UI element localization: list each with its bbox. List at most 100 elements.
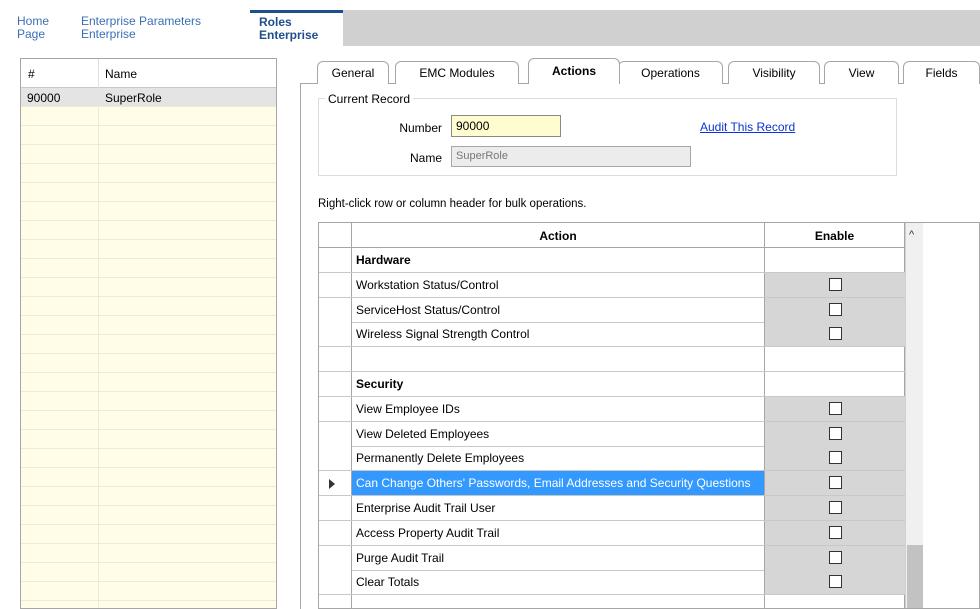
list-empty-row[interactable]	[21, 183, 276, 202]
scroll-up-icon[interactable]: ^	[909, 229, 914, 241]
tab-view[interactable]: View	[824, 61, 899, 84]
row-header[interactable]	[319, 347, 352, 372]
tab-fields[interactable]: Fields	[903, 61, 980, 84]
enable-checkbox[interactable]	[829, 451, 842, 465]
list-empty-row[interactable]	[21, 221, 276, 240]
current-record-legend: Current Record	[325, 92, 414, 106]
table-row[interactable]: Enterprise Audit Trail User	[319, 496, 905, 521]
row-header[interactable]	[319, 248, 352, 272]
list-empty-row[interactable]	[21, 259, 276, 278]
row-header[interactable]	[319, 570, 352, 595]
table-row[interactable]: Access Property Audit Trail	[319, 520, 905, 546]
table-row[interactable]: Can Change Others' Passwords, Email Addr…	[319, 471, 905, 497]
grid-empty-row[interactable]	[319, 347, 905, 373]
list-empty-row[interactable]	[21, 430, 276, 449]
list-empty-row[interactable]	[21, 373, 276, 392]
enable-checkbox[interactable]	[829, 426, 842, 440]
scrollbar-thumb[interactable]	[907, 545, 923, 608]
grid-section-row[interactable]: Hardware	[319, 248, 905, 273]
table-row[interactable]: Purge Audit Trail	[319, 545, 905, 571]
row-header[interactable]	[319, 496, 352, 520]
enable-cell	[765, 545, 905, 570]
tab-actions[interactable]: Actions	[528, 58, 620, 84]
enable-checkbox[interactable]	[829, 327, 842, 341]
action-name	[352, 347, 765, 372]
row-header[interactable]	[319, 272, 352, 297]
list-empty-row[interactable]	[21, 107, 276, 126]
list-empty-row[interactable]	[21, 487, 276, 506]
table-row[interactable]: View Deleted Employees	[319, 421, 905, 447]
action-name	[352, 595, 765, 608]
tab-label: Visibility	[752, 66, 796, 80]
action-name: Workstation Status/Control	[352, 272, 765, 297]
list-empty-row[interactable]	[21, 316, 276, 335]
list-empty-row[interactable]	[21, 563, 276, 582]
list-empty-row[interactable]	[21, 297, 276, 316]
enable-cell	[765, 396, 905, 421]
enable-checkbox[interactable]	[829, 401, 842, 415]
list-empty-row[interactable]	[21, 582, 276, 601]
table-row[interactable]: Permanently Delete Employees	[319, 446, 905, 472]
row-header[interactable]	[319, 396, 352, 421]
row-header[interactable]	[319, 595, 352, 608]
column-header-enable[interactable]: Enable	[765, 223, 905, 248]
column-header-number[interactable]: #	[28, 67, 35, 81]
action-name: View Deleted Employees	[352, 421, 765, 446]
table-row[interactable]: Wireless Signal Strength Control	[319, 322, 905, 348]
row-header-corner[interactable]	[319, 223, 352, 248]
enable-checkbox[interactable]	[829, 302, 842, 316]
audit-this-record-link[interactable]: Audit This Record	[700, 120, 795, 134]
enable-checkbox[interactable]	[829, 550, 842, 564]
column-header-action[interactable]: Action	[352, 223, 765, 248]
tab-emc-modules[interactable]: EMC Modules	[395, 61, 519, 84]
enable-cell	[765, 421, 905, 446]
row-header[interactable]	[319, 471, 352, 496]
enable-checkbox[interactable]	[829, 501, 842, 514]
nav-tab-home-page[interactable]: Home Page	[17, 10, 72, 46]
table-row[interactable]: Clear Totals	[319, 570, 905, 596]
list-empty-row[interactable]	[21, 506, 276, 525]
list-empty-row[interactable]	[21, 544, 276, 563]
enable-checkbox[interactable]	[829, 575, 842, 589]
list-empty-row[interactable]	[21, 202, 276, 221]
nav-tab-enterprise-parameters[interactable]: Enterprise Parameters Enterprise	[81, 10, 241, 46]
list-empty-row[interactable]	[21, 335, 276, 354]
enable-cell	[765, 372, 905, 396]
list-empty-row[interactable]	[21, 449, 276, 468]
list-empty-row[interactable]	[21, 126, 276, 145]
grid-section-row[interactable]: Security	[319, 372, 905, 397]
list-empty-row[interactable]	[21, 240, 276, 259]
list-empty-row[interactable]	[21, 468, 276, 487]
actions-grid: Action Enable Hardware Workstation Status…	[318, 222, 980, 609]
list-empty-row[interactable]	[21, 392, 276, 411]
list-empty-row[interactable]	[21, 411, 276, 430]
grid-empty-row[interactable]	[319, 595, 905, 608]
list-empty-row[interactable]	[21, 145, 276, 164]
list-item[interactable]: 90000 SuperRole	[21, 88, 276, 107]
vertical-scrollbar[interactable]: ^	[905, 223, 923, 608]
tab-operations[interactable]: Operations	[618, 61, 723, 84]
row-header[interactable]	[319, 322, 352, 347]
table-row[interactable]: View Employee IDs	[319, 396, 905, 422]
list-empty-row[interactable]	[21, 525, 276, 544]
list-empty-row[interactable]	[21, 278, 276, 297]
row-header[interactable]	[319, 421, 352, 446]
number-field[interactable]	[451, 115, 561, 137]
list-empty-row[interactable]	[21, 164, 276, 183]
table-row[interactable]: ServiceHost Status/Control	[319, 297, 905, 323]
action-name: Enterprise Audit Trail User	[352, 496, 765, 520]
row-header[interactable]	[319, 297, 352, 322]
tab-visibility[interactable]: Visibility	[728, 61, 820, 84]
row-header[interactable]	[319, 372, 352, 396]
nav-tab-roles[interactable]: Roles Enterprise	[250, 10, 343, 46]
row-header[interactable]	[319, 545, 352, 570]
enable-checkbox[interactable]	[829, 277, 842, 291]
list-empty-row[interactable]	[21, 354, 276, 373]
row-header[interactable]	[319, 520, 352, 545]
tab-general[interactable]: General	[317, 61, 389, 84]
enable-checkbox[interactable]	[829, 525, 842, 539]
table-row[interactable]: Workstation Status/Control	[319, 272, 905, 298]
column-header-name[interactable]: Name	[105, 67, 137, 81]
row-header[interactable]	[319, 446, 352, 471]
enable-checkbox[interactable]	[829, 476, 842, 490]
